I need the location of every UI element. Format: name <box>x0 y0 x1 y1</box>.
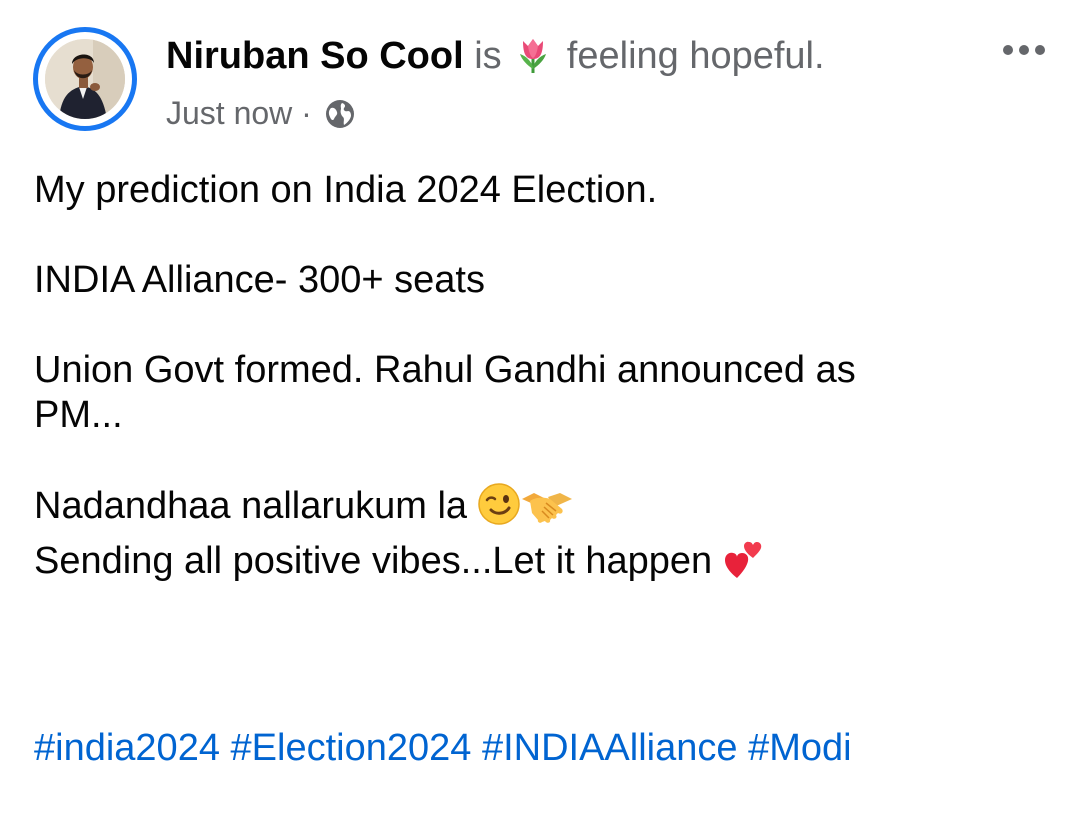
globe-icon[interactable] <box>325 98 355 138</box>
avatar[interactable] <box>33 27 137 131</box>
profile-photo <box>45 39 125 119</box>
winking-face-icon <box>477 483 520 536</box>
body-line-nadandhaa: Nadandhaa nallarukum la <box>34 483 1044 536</box>
handshake-icon <box>520 485 574 536</box>
timestamp[interactable]: Just now <box>166 95 292 131</box>
post-header-line: Niruban So Cool is feeling hopeful. <box>166 33 825 85</box>
feeling-verb: is <box>474 35 502 77</box>
hashtag-link[interactable]: #Election2024 <box>231 727 472 769</box>
author-name[interactable]: Niruban So Cool <box>166 35 464 77</box>
more-options-icon <box>1003 45 1045 55</box>
hashtag-link[interactable]: #india2024 <box>34 727 220 769</box>
hashtag-link[interactable]: #Modi <box>748 727 852 769</box>
tulip-icon <box>516 36 550 85</box>
body-paragraph: Nadandhaa nallarukum la Sending all posi… <box>34 483 1044 591</box>
hashtag-row: #india2024 #Election2024 #INDIAAlliance … <box>34 726 852 771</box>
body-text-nadandhaa: Nadandhaa nallarukum la <box>34 485 468 527</box>
body-line-govt: Union Govt formed. Rahul Gandhi announce… <box>34 349 856 391</box>
body-line-alliance: INDIA Alliance- 300+ seats <box>34 259 485 301</box>
meta-separator: · <box>301 95 312 131</box>
facebook-post: Niruban So Cool is feeling hopeful. Just… <box>0 0 1080 813</box>
feeling-text[interactable]: feeling hopeful. <box>567 35 825 77</box>
body-line-vibes: Sending all positive vibes...Let it happ… <box>34 536 1044 591</box>
body-paragraph: INDIA Alliance- 300+ seats <box>34 258 1044 303</box>
hashtag-link[interactable]: #INDIAAlliance <box>482 727 738 769</box>
body-text-vibes: Sending all positive vibes...Let it happ… <box>34 540 713 582</box>
more-options-button[interactable] <box>996 30 1056 70</box>
post-body: My prediction on India 2024 Election. IN… <box>34 168 1044 591</box>
body-line-prediction: My prediction on India 2024 Election. <box>34 169 658 211</box>
post-meta: Just now · <box>166 93 355 138</box>
body-line-pm: PM... <box>34 394 123 436</box>
body-paragraph: My prediction on India 2024 Election. <box>34 168 1044 213</box>
body-paragraph: Union Govt formed. Rahul Gandhi announce… <box>34 348 1044 438</box>
two-hearts-icon <box>723 536 763 591</box>
person-silhouette-icon <box>45 39 125 119</box>
